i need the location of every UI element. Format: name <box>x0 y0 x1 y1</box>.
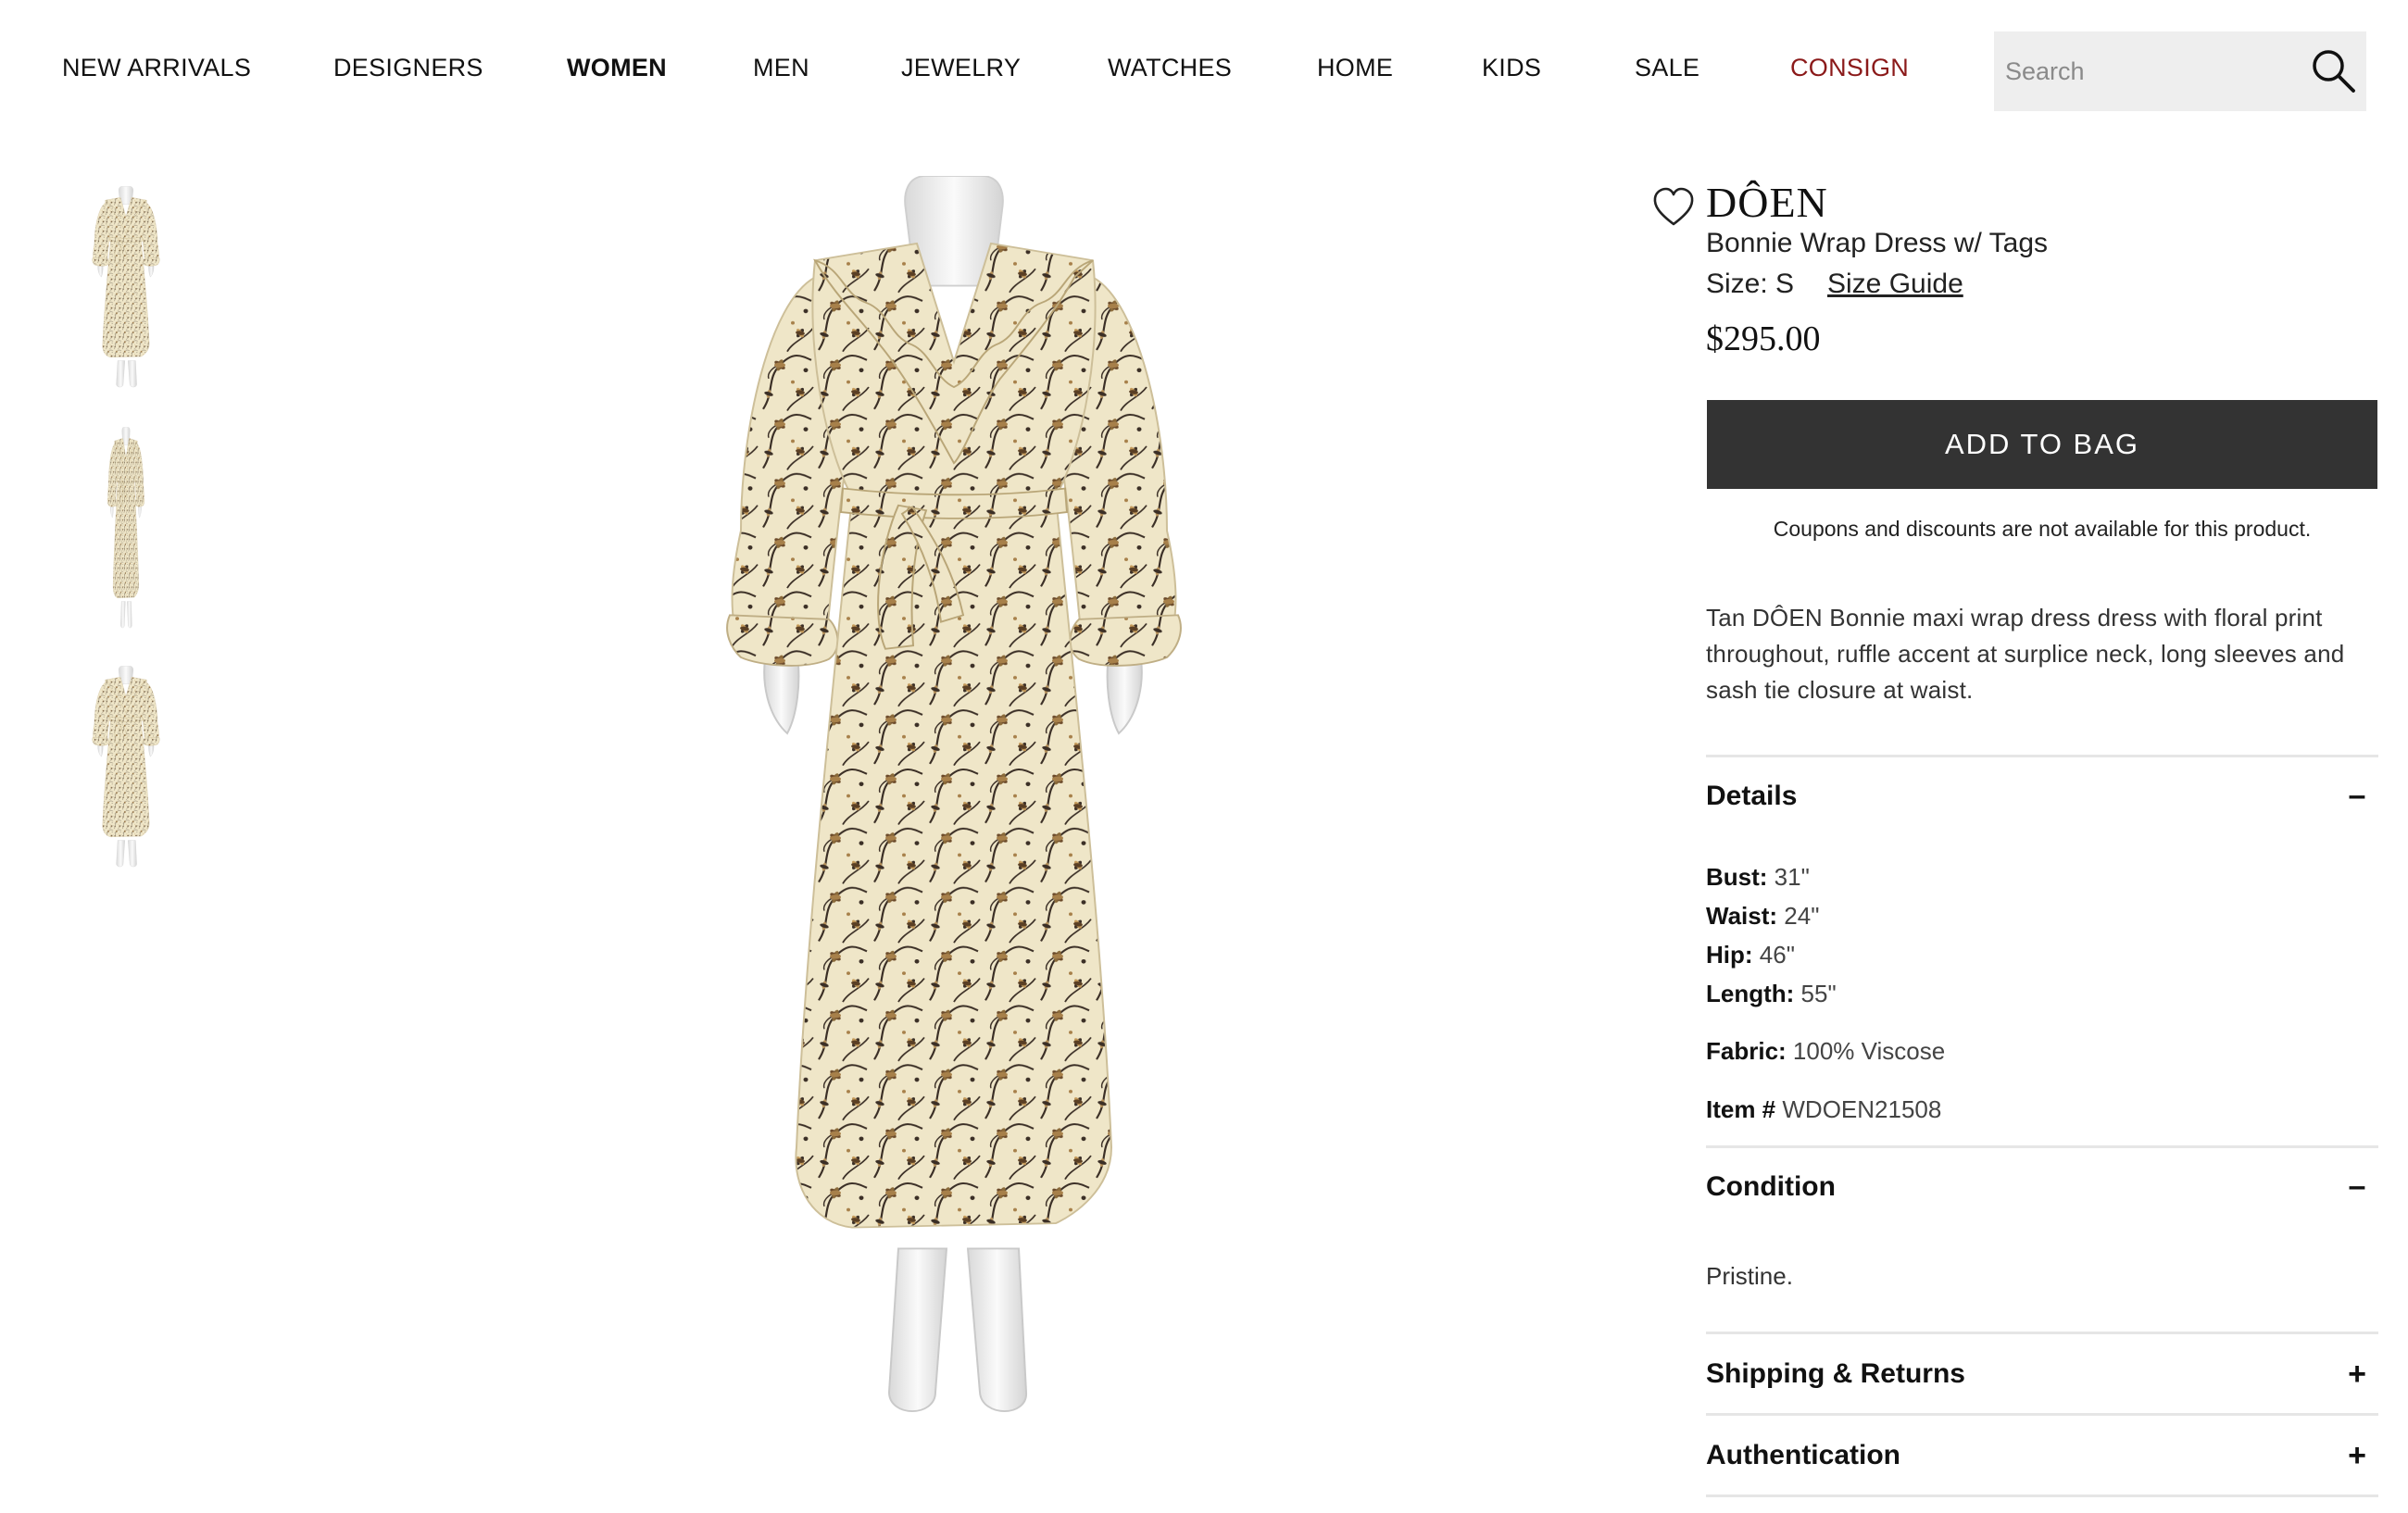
size-guide-link[interactable]: Size Guide <box>1827 269 1963 300</box>
divider <box>1706 1332 2378 1334</box>
spec-item-number: Item # WDOEN21508 <box>1706 1095 1942 1123</box>
heart-icon[interactable] <box>1651 185 1696 230</box>
details-header[interactable]: Details <box>1706 781 1797 812</box>
condition-collapse-icon[interactable]: – <box>2343 1169 2371 1205</box>
shipping-returns-header[interactable]: Shipping & Returns <box>1706 1358 1965 1390</box>
nav-consign[interactable]: CONSIGN <box>1790 54 1909 82</box>
spec-length: Length: 55" <box>1706 980 1837 1007</box>
spec-waist: Waist: 24" <box>1706 902 1820 930</box>
product-description: Tan DÔEN Bonnie maxi wrap dress dress wi… <box>1706 604 2345 704</box>
search-icon[interactable] <box>2307 44 2359 96</box>
condition-text: Pristine. <box>1706 1262 1793 1290</box>
main-product-image <box>704 175 1204 1426</box>
nav-designers[interactable]: DESIGNERS <box>333 54 483 82</box>
add-to-bag-button[interactable]: ADD TO BAG <box>1707 400 2377 489</box>
coupon-note: Coupons and discounts are not available … <box>1773 517 2312 541</box>
top-navigation: NEW ARRIVALS DESIGNERS WOMEN MEN JEWELRY… <box>0 0 2408 139</box>
nav-kids[interactable]: KIDS <box>1482 54 1541 82</box>
product-name: Bonnie Wrap Dress w/ Tags <box>1706 228 2049 258</box>
product-price: $295.00 <box>1706 319 1821 358</box>
search-box <box>1994 31 2366 111</box>
nav-women[interactable]: WOMEN <box>567 54 667 82</box>
size-label: Size: <box>1706 269 1768 299</box>
spec-bust: Bust: 31" <box>1706 863 1810 891</box>
thumbnail-back[interactable] <box>89 665 163 870</box>
divider <box>1706 1145 2378 1148</box>
nav-men[interactable]: MEN <box>753 54 809 82</box>
shipping-expand-icon[interactable]: + <box>2343 1357 2371 1393</box>
nav-sale[interactable]: SALE <box>1635 54 1699 82</box>
size-info: Size: S <box>1706 269 1794 300</box>
spec-fabric: Fabric: 100% Viscose <box>1706 1037 1946 1065</box>
authentication-header[interactable]: Authentication <box>1706 1440 1900 1471</box>
divider <box>1706 1413 2378 1416</box>
thumbnail-front[interactable] <box>89 185 163 391</box>
size-value: S <box>1775 269 1795 299</box>
spec-hip: Hip: 46" <box>1706 941 1795 969</box>
authentication-expand-icon[interactable]: + <box>2343 1438 2371 1474</box>
nav-new-arrivals[interactable]: NEW ARRIVALS <box>62 54 251 82</box>
details-collapse-icon[interactable]: – <box>2343 778 2371 814</box>
nav-jewelry[interactable]: JEWELRY <box>901 54 1021 82</box>
divider <box>1706 755 2378 757</box>
nav-watches[interactable]: WATCHES <box>1108 54 1232 82</box>
divider <box>1706 1494 2378 1497</box>
nav-home[interactable]: HOME <box>1317 54 1393 82</box>
thumbnail-side[interactable] <box>89 426 163 631</box>
condition-header[interactable]: Condition <box>1706 1171 1836 1203</box>
search-input[interactable] <box>1994 31 2300 111</box>
product-brand[interactable]: DÔEN <box>1706 178 1828 227</box>
